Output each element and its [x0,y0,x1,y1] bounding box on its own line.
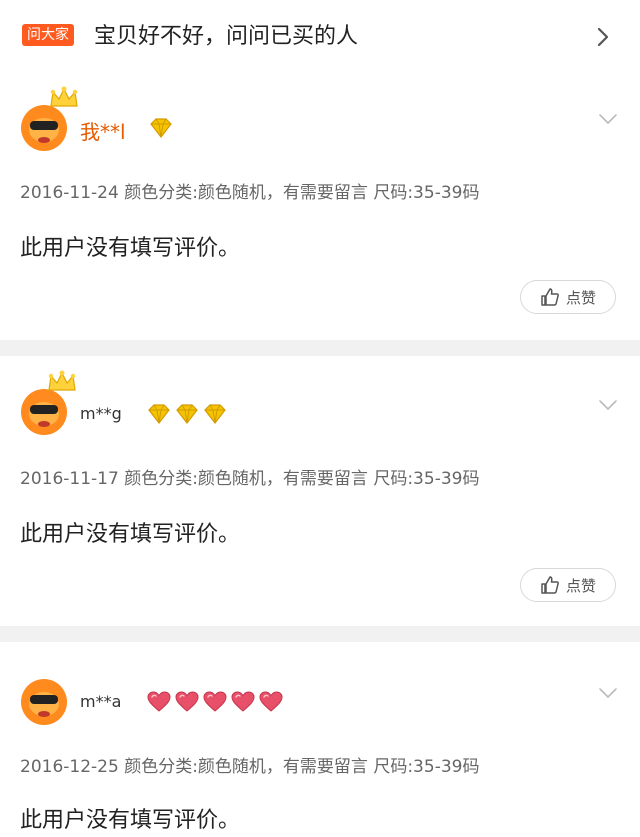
review-date: 2016-11-24 [20,183,119,203]
review-item: m**a 2016-12-25 颜色分类:颜色随机，有需要留言 尺码:35-39… [0,642,640,837]
diamond-icon [148,404,170,424]
review-separator [0,340,640,356]
like-label: 点赞 [565,288,596,307]
thumbs-up-icon [541,576,559,594]
heart-icon [147,691,171,712]
heart-icon [175,691,199,712]
buyer-level-badges [146,690,284,714]
review-meta: 2016-11-17 颜色分类:颜色随机，有需要留言 尺码:35-39码 [20,464,479,489]
review-content: 此用户没有填写评价。 [20,236,241,261]
heart-icon [231,691,255,712]
chevron-right-icon[interactable] [592,26,614,48]
heart-icon [259,691,283,712]
like-button[interactable]: 点赞 [520,568,616,602]
review-date: 2016-11-17 [20,469,119,489]
review-item: 我**l 2016-11-24 颜色分类:颜色随机，有需要留言 尺码:35-39… [0,78,640,340]
like-label: 点赞 [565,576,596,595]
ask-everyone-tag: 问大家 [22,24,74,46]
username: m**a [80,692,122,711]
thumbs-up-icon [541,288,559,306]
like-button[interactable]: 点赞 [520,280,616,314]
diamond-icon [150,118,172,138]
buyer-level-badges [146,402,228,426]
crown-icon [50,86,78,107]
review-content: 此用户没有填写评价。 [20,808,241,833]
sku-info: 颜色分类:颜色随机，有需要留言 尺码:35-39码 [124,183,480,203]
username: m**g [80,404,122,423]
review-meta: 2016-12-25 颜色分类:颜色随机，有需要留言 尺码:35-39码 [20,752,479,777]
heart-icon [203,691,227,712]
chevron-down-icon[interactable] [598,112,618,126]
review-content: 此用户没有填写评价。 [20,522,241,547]
review-date: 2016-12-25 [20,757,119,777]
crown-icon [48,370,76,391]
avatar[interactable] [18,674,70,726]
username: 我**l [80,120,126,144]
buyer-level-badges [148,116,174,140]
chevron-down-icon[interactable] [598,686,618,700]
diamond-icon [204,404,226,424]
sku-info: 颜色分类:颜色随机，有需要留言 尺码:35-39码 [124,757,480,777]
review-meta: 2016-11-24 颜色分类:颜色随机，有需要留言 尺码:35-39码 [20,178,479,203]
diamond-icon [176,404,198,424]
ask-everyone-bar[interactable]: 问大家 宝贝好不好，问问已买的人 [0,0,640,78]
review-separator [0,626,640,642]
ask-everyone-title: 宝贝好不好，问问已买的人 [94,24,359,49]
review-item: m**g 2016-11-17 颜色分类:颜色随机，有需要留言 尺码:35-39… [0,356,640,626]
sku-info: 颜色分类:颜色随机，有需要留言 尺码:35-39码 [124,469,480,489]
chevron-down-icon[interactable] [598,398,618,412]
